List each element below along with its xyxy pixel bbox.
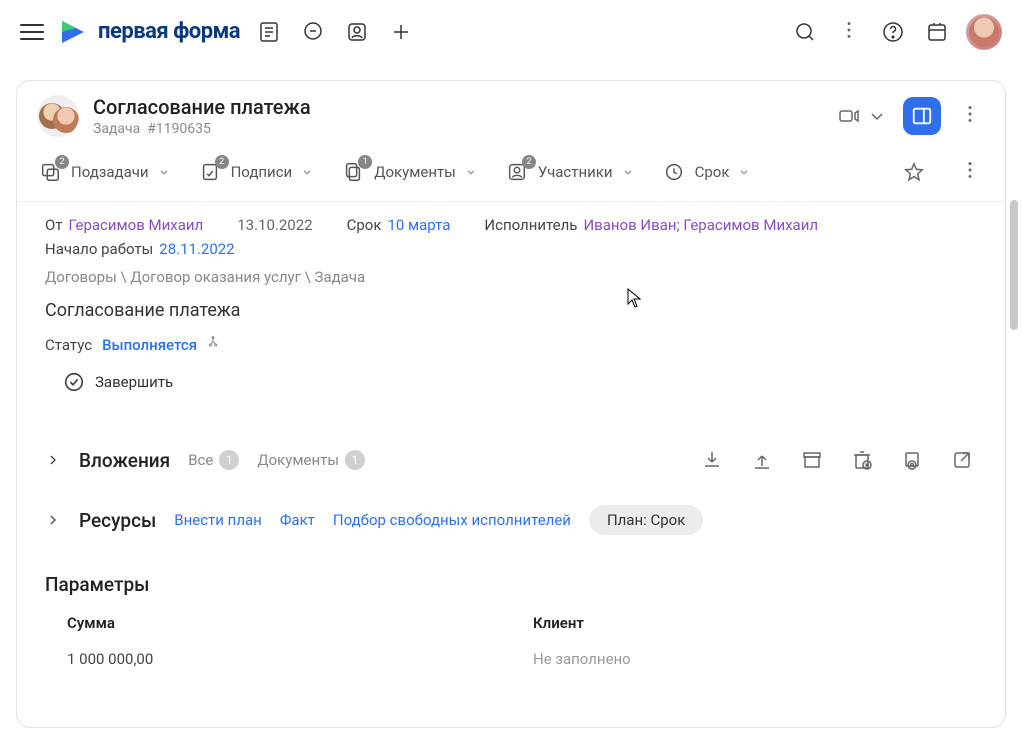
- breadcrumbs[interactable]: Договоры \ Договор оказания услуг \ Зада…: [45, 268, 977, 286]
- resources-link-fact[interactable]: Факт: [280, 511, 315, 529]
- help-icon[interactable]: [878, 17, 908, 47]
- search-icon[interactable]: [790, 17, 820, 47]
- tab-documents[interactable]: 1 Документы: [340, 159, 478, 185]
- task-card: Согласование платежа Задача #1190635 2: [16, 80, 1006, 728]
- chevron-down-icon: [300, 165, 314, 179]
- tab-signatures[interactable]: 2 Подписи: [197, 159, 315, 185]
- contact-icon[interactable]: [342, 17, 372, 47]
- view-icon[interactable]: [897, 445, 927, 475]
- meta-block: От Герасимов Михаил 13.10.2022 Срок 10 м…: [17, 202, 1005, 401]
- status-value[interactable]: Выполняется: [102, 336, 197, 354]
- add-icon[interactable]: [386, 17, 416, 47]
- user-avatar[interactable]: [966, 14, 1002, 50]
- resources-section: Ресурсы Внести план Факт Подбор свободны…: [17, 505, 1005, 535]
- archive-icon[interactable]: [797, 445, 827, 475]
- branch-icon[interactable]: [207, 335, 223, 355]
- assignee-link[interactable]: Иванов Иван; Герасимов Михаил: [583, 216, 818, 234]
- attachments-all-tab[interactable]: Все 1: [188, 450, 239, 470]
- param-sum-label: Сумма: [67, 614, 511, 632]
- participants-icon: 2: [504, 159, 530, 185]
- documents-icon: 1: [340, 159, 366, 185]
- chevron-down-icon: [865, 104, 889, 128]
- resources-link-plan[interactable]: Внести план: [174, 511, 262, 529]
- more-icon[interactable]: [834, 15, 864, 49]
- chevron-down-icon: [464, 165, 478, 179]
- calendar-icon[interactable]: [922, 17, 952, 47]
- task-avatar-icon: [37, 95, 79, 137]
- main-title: Согласование платежа: [45, 300, 977, 321]
- from-link[interactable]: Герасимов Михаил: [69, 216, 204, 234]
- tabs-row: 2 Подзадачи 2 Подписи 1 Документы 2: [17, 145, 1005, 202]
- status-row: Статус Выполняется: [45, 335, 977, 355]
- meta-assignee: Исполнитель Иванов Иван; Герасимов Михаи…: [484, 216, 818, 234]
- subtasks-icon: 2: [37, 159, 63, 185]
- scrollbar[interactable]: [1010, 200, 1018, 330]
- video-button[interactable]: [837, 104, 889, 128]
- meta-start: Начало работы 28.11.2022: [45, 240, 235, 258]
- deadline-link[interactable]: 10 марта: [387, 216, 450, 234]
- task-subtitle: Задача #1190635: [93, 121, 311, 137]
- chevron-down-icon: [621, 165, 635, 179]
- top-toolbar: первая форма: [0, 0, 1022, 64]
- cursor-icon: [627, 288, 641, 308]
- tab-subtasks[interactable]: 2 Подзадачи: [37, 159, 171, 185]
- complete-button[interactable]: Завершить: [63, 371, 977, 393]
- card-header: Согласование платежа Задача #1190635: [17, 81, 1005, 145]
- params-title: Параметры: [45, 573, 977, 596]
- resources-link-free[interactable]: Подбор свободных исполнителей: [333, 511, 571, 529]
- delete-icon[interactable]: [847, 445, 877, 475]
- params-section: Параметры Сумма 1 000 000,00 Клиент Не з…: [17, 573, 1005, 668]
- download-icon[interactable]: [697, 445, 727, 475]
- logo-mark-icon: [58, 17, 88, 47]
- star-icon[interactable]: [899, 157, 929, 187]
- tabs-more-icon[interactable]: [955, 155, 985, 189]
- attachments-docs-tab[interactable]: Документы 1: [257, 450, 365, 470]
- search-message-icon[interactable]: [298, 17, 328, 47]
- param-sum-value[interactable]: 1 000 000,00: [67, 650, 511, 668]
- logo-text: первая форма: [98, 19, 240, 44]
- chevron-down-icon: [737, 165, 751, 179]
- tab-participants[interactable]: 2 Участники: [504, 159, 635, 185]
- deadline-icon: [661, 159, 687, 185]
- meta-date: 13.10.2022: [237, 216, 312, 234]
- signatures-icon: 2: [197, 159, 223, 185]
- chevron-right-icon[interactable]: [45, 452, 61, 468]
- upload-icon[interactable]: [747, 445, 777, 475]
- note-icon[interactable]: [254, 17, 284, 47]
- resources-title: Ресурсы: [79, 509, 156, 532]
- meta-from: От Герасимов Михаил: [45, 216, 203, 234]
- chevron-right-icon[interactable]: [45, 512, 61, 528]
- meta-deadline: Срок 10 марта: [347, 216, 451, 234]
- task-title: Согласование платежа: [93, 95, 311, 119]
- tab-deadline[interactable]: Срок: [661, 159, 752, 185]
- attachments-section: Вложения Все 1 Документы 1: [17, 445, 1005, 475]
- app-logo[interactable]: первая форма: [58, 17, 240, 47]
- start-link[interactable]: 28.11.2022: [159, 240, 234, 258]
- plan-pill[interactable]: План: Срок: [589, 505, 703, 535]
- attachments-title: Вложения: [79, 449, 170, 472]
- chevron-down-icon: [157, 165, 171, 179]
- card-more-icon[interactable]: [955, 99, 985, 133]
- panel-toggle-button[interactable]: [903, 97, 941, 135]
- external-link-icon[interactable]: [947, 445, 977, 475]
- param-client-value[interactable]: Не заполнено: [533, 650, 977, 668]
- hamburger-menu-icon[interactable]: [20, 24, 44, 40]
- param-client-label: Клиент: [533, 614, 977, 632]
